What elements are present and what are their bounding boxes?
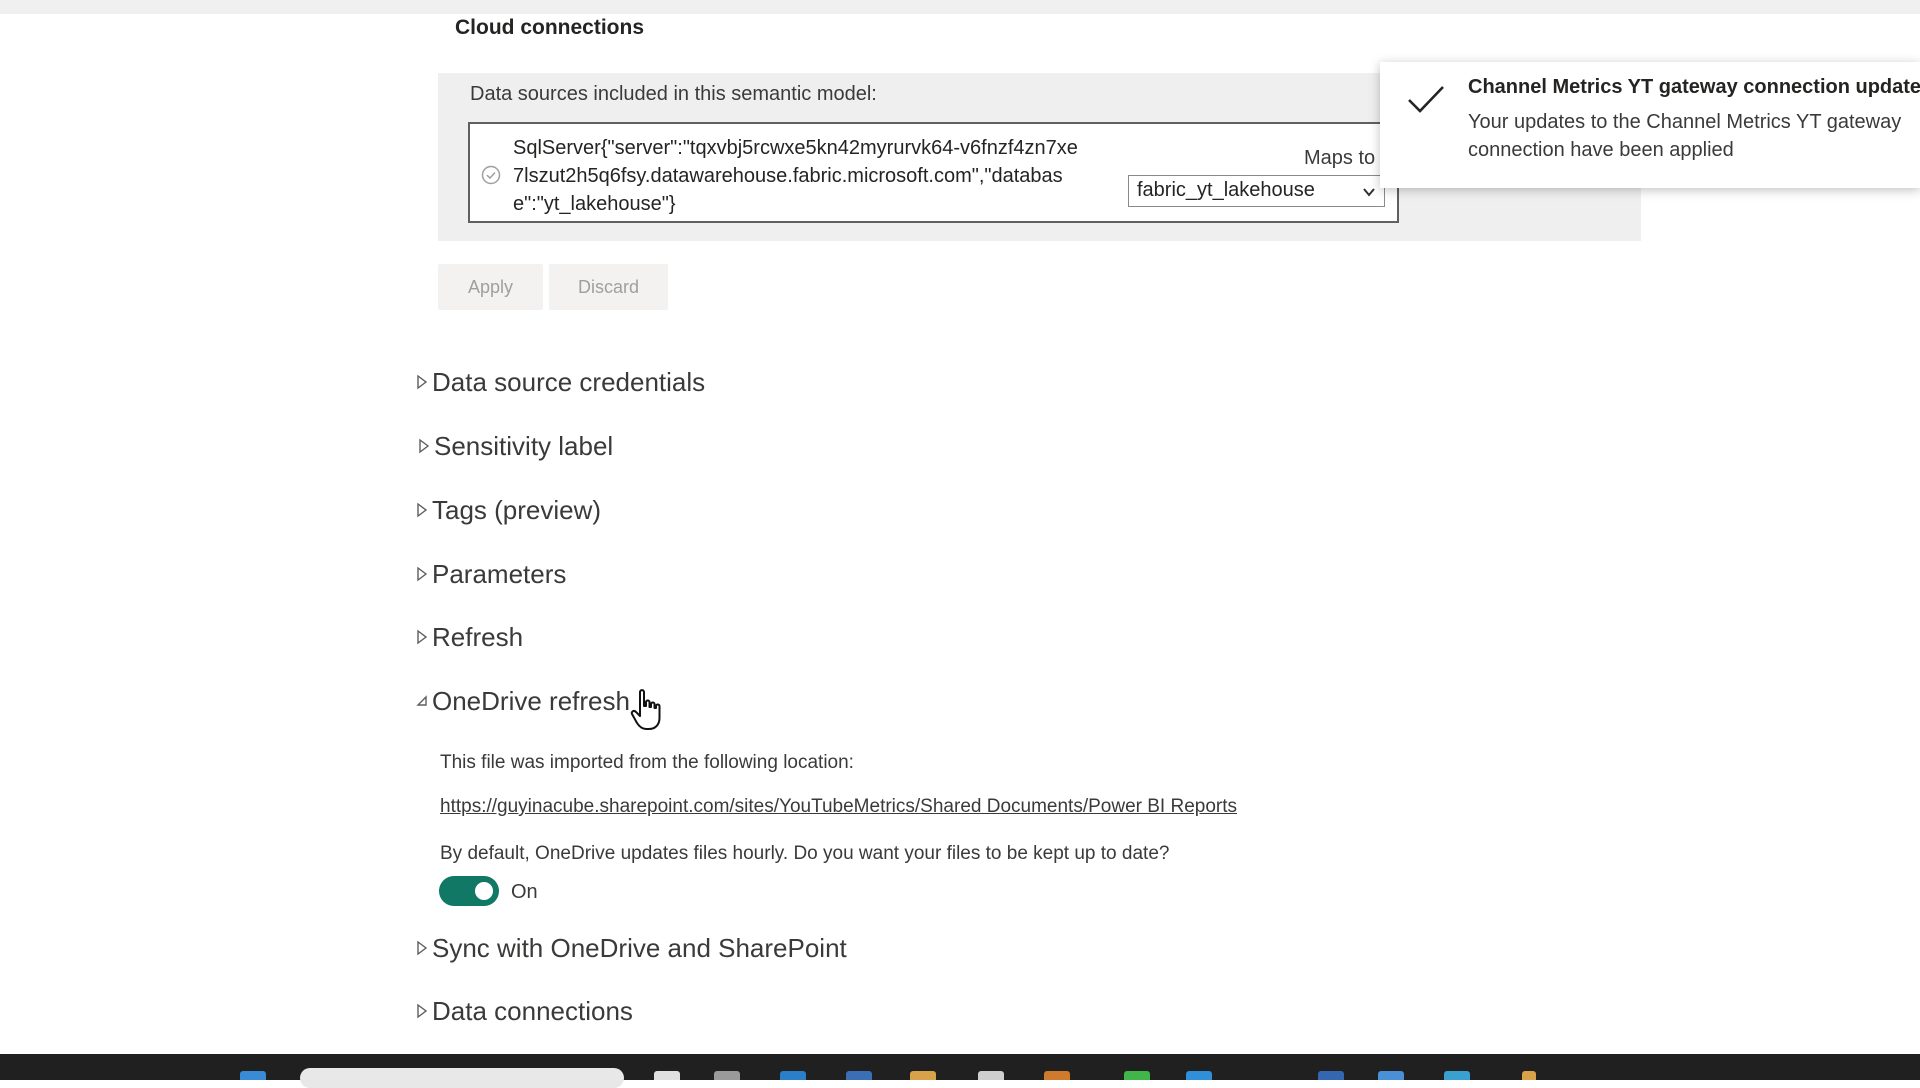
expand-triangle-icon [417,502,428,518]
section-sync-onedrive-sharepoint[interactable]: Sync with OneDrive and SharePoint [416,931,847,965]
file-explorer-icon[interactable] [910,1071,936,1080]
collapse-triangle-icon [416,695,427,706]
toggle-state-label: On [511,881,538,903]
expand-triangle-icon [417,566,428,582]
check-circle-icon [481,165,501,185]
apply-button[interactable]: Apply [438,264,543,310]
onedrive-refresh-toggle[interactable] [439,876,499,906]
taskbar-app-icon[interactable] [714,1071,740,1080]
section-label: Tags (preview) [432,494,602,525]
section-onedrive-refresh[interactable]: OneDrive refresh [416,684,630,718]
section-parameters[interactable]: Parameters [416,557,566,591]
taskbar-app-icon[interactable] [1044,1071,1070,1080]
expand-triangle-icon [417,374,428,390]
taskbar-app-icon[interactable] [846,1071,872,1080]
toast-message: Your updates to the Channel Metrics YT g… [1468,111,1902,161]
maps-to-select[interactable]: fabric_yt_lakehouse [1128,175,1385,207]
task-view-icon[interactable] [654,1071,680,1080]
taskbar-app-icon[interactable] [1186,1071,1212,1080]
maps-to-value: fabric_yt_lakehouse [1137,179,1315,201]
taskbar-app-icon[interactable] [978,1071,1004,1080]
expand-triangle-icon [417,940,428,956]
taskbar-app-icon[interactable] [1444,1071,1470,1080]
imported-from-text: This file was imported from the followin… [440,752,854,773]
section-label: Sensitivity label [434,430,614,461]
datasource-connection-string: SqlServer{"server":"tqxvbj5rcwxe5kn42myr… [513,137,1078,215]
taskbar-search[interactable] [300,1068,624,1088]
chevron-down-icon [1363,188,1375,197]
browser-icon[interactable] [780,1071,806,1080]
browser-top-strip [0,0,1920,14]
section-data-source-credentials[interactable]: Data source credentials [416,365,705,399]
hand-pointer-cursor-icon [630,689,661,730]
taskbar-app-icon[interactable] [1522,1071,1536,1080]
onedrive-default-text: By default, OneDrive updates files hourl… [440,843,1170,864]
taskbar-app-icon[interactable] [1378,1071,1404,1080]
os-taskbar [0,1054,1920,1088]
taskbar-app-icon[interactable] [1318,1071,1344,1080]
section-label: Refresh [432,621,524,652]
section-label: Sync with OneDrive and SharePoint [432,932,847,963]
discard-button[interactable]: Discard [549,264,668,310]
section-label: Data source credentials [432,366,706,397]
cloud-connections-title: Cloud connections [455,16,644,39]
taskbar-app-icon[interactable] [1124,1071,1150,1080]
section-tags-preview[interactable]: Tags (preview) [416,493,601,527]
toggle-knob [475,882,493,900]
toast-title: Channel Metrics YT gateway connection up… [1468,76,1920,98]
checkmark-icon [1408,86,1444,113]
section-sensitivity-label[interactable]: Sensitivity label [418,429,613,463]
section-label: Data connections [432,995,633,1026]
section-refresh[interactable]: Refresh [416,620,523,654]
section-label: Parameters [432,558,567,589]
start-icon[interactable] [240,1071,266,1080]
success-toast: Channel Metrics YT gateway connection up… [1380,62,1920,188]
maps-to-label: Maps to [1304,147,1376,169]
section-label: OneDrive refresh [432,685,630,716]
expand-triangle-icon [417,1003,428,1019]
expand-triangle-icon [419,438,430,454]
section-data-connections[interactable]: Data connections [416,994,633,1028]
datasources-caption: Data sources included in this semantic m… [470,83,877,105]
onedrive-location-link[interactable]: https://guyinacube.sharepoint.com/sites/… [440,796,1237,818]
expand-triangle-icon [417,629,428,645]
